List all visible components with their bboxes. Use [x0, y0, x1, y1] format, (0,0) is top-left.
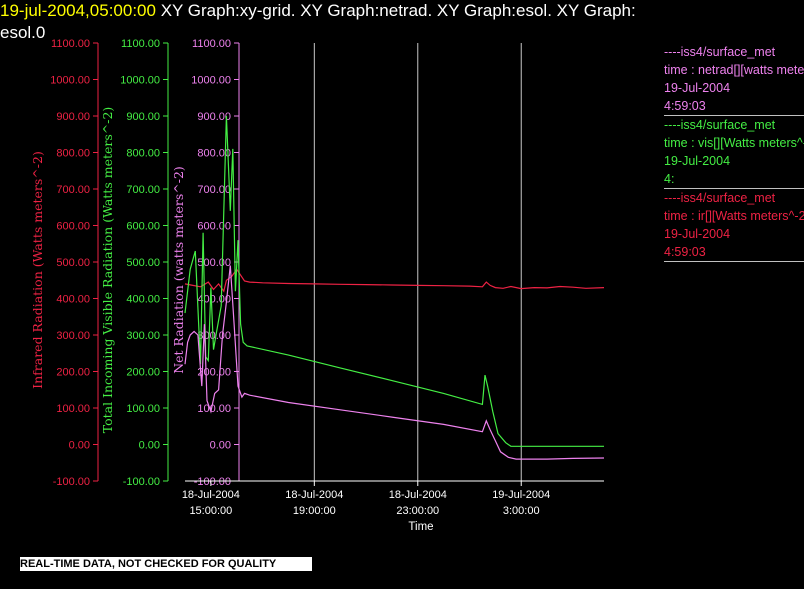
legend-variable: time : netrad[][watts meters^-2]	[664, 63, 804, 77]
legend-time: 4:	[664, 172, 675, 186]
y-tick-label-ir: 1000.00	[50, 75, 90, 87]
y-axis-label-ir: Infrared Radiation (Watts meters^-2)	[30, 151, 45, 389]
y-tick-label-vis: 200.00	[126, 367, 160, 379]
x-tick-label-time: 23:00:00	[396, 505, 439, 517]
y-tick-label-ir: 300.00	[56, 330, 90, 342]
y-tick-label-netrad: 300.00	[197, 330, 231, 342]
y-tick-label-ir: 800.00	[56, 148, 90, 160]
y-tick-label-vis: 700.00	[126, 184, 160, 196]
x-tick-label-time: 3:00:00	[503, 505, 540, 517]
y-tick-label-ir: 700.00	[56, 184, 90, 196]
legend-date: 19-Jul-2004	[664, 81, 731, 95]
y-tick-label-netrad: 600.00	[197, 221, 231, 233]
y-tick-label-ir: 0.00	[69, 440, 90, 452]
legend-date: 19-Jul-2004	[664, 154, 731, 168]
legend-dataset: ----iss4/surface_met	[664, 45, 776, 59]
x-tick-label-time: 15:00:00	[189, 505, 232, 517]
y-tick-label-ir: 500.00	[56, 257, 90, 269]
y-tick-label-ir: -100.00	[53, 476, 90, 488]
y-axis-label-netrad: Net Radiation (watts meters^-2)	[171, 166, 186, 374]
x-tick-label-date: 19-Jul-2004	[492, 489, 550, 501]
series-line-0	[184, 268, 605, 293]
y-tick-label-vis: 400.00	[126, 294, 160, 306]
y-tick-label-vis: -100.00	[123, 476, 160, 488]
legend-time: 4:59:03	[664, 99, 706, 113]
legend-entry-vis: ----iss4/surface_met time : vis[][Watts …	[664, 116, 804, 189]
y-tick-label-vis: 0.00	[139, 440, 160, 452]
y-tick-label-vis: 100.00	[126, 403, 160, 415]
legend-variable: time : ir[][Watts meters^-2]	[664, 209, 804, 223]
x-tick-label-time: 19:00:00	[293, 505, 336, 517]
legend-variable: time : vis[][Watts meters^-2]	[664, 136, 804, 150]
y-tick-label-vis: 300.00	[126, 330, 160, 342]
y-tick-label-ir: 600.00	[56, 221, 90, 233]
y-tick-label-ir: 200.00	[56, 367, 90, 379]
y-tick-label-netrad: 1000.00	[191, 75, 231, 87]
header-titles: XY Graph:xy-grid. XY Graph:netrad. XY Gr…	[160, 1, 636, 20]
header-timestamp: 19-jul-2004,05:00:00	[0, 1, 156, 20]
x-tick-label-date: 18-Jul-2004	[389, 489, 447, 501]
y-tick-label-ir: 100.00	[56, 403, 90, 415]
series-line-2	[184, 265, 605, 460]
legend: ----iss4/surface_met time : netrad[][wat…	[664, 43, 804, 262]
y-axis-label-vis: Total Incoming Visible Radiation (Watts …	[100, 107, 115, 434]
legend-dataset: ----iss4/surface_met	[664, 191, 776, 205]
quality-notice: REAL-TIME DATA, NOT CHECKED FOR QUALITY	[20, 557, 312, 571]
legend-time: 4:59:03	[664, 245, 706, 259]
chart-header: 19-jul-2004,05:00:00 XY Graph:xy-grid. X…	[0, 0, 804, 44]
y-tick-label-vis: 1000.00	[120, 75, 160, 87]
y-tick-label-vis: 800.00	[126, 148, 160, 160]
x-tick-label-date: 18-Jul-2004	[182, 489, 240, 501]
y-tick-label-netrad: -100.00	[194, 476, 231, 488]
y-tick-label-vis: 500.00	[126, 257, 160, 269]
legend-entry-ir: ----iss4/surface_met time : ir[][Watts m…	[664, 189, 804, 262]
legend-date: 19-Jul-2004	[664, 227, 731, 241]
legend-entry-netrad: ----iss4/surface_met time : netrad[][wat…	[664, 43, 804, 116]
y-tick-label-netrad: 100.00	[197, 403, 231, 415]
header-continuation: esol.0	[0, 23, 46, 42]
y-tick-label-vis: 600.00	[126, 221, 160, 233]
y-tick-label-netrad: 0.00	[210, 440, 231, 452]
y-tick-label-ir: 900.00	[56, 111, 90, 123]
x-axis-label: Time	[408, 521, 433, 533]
y-tick-label-vis: 900.00	[126, 111, 160, 123]
y-tick-label-netrad: 700.00	[197, 184, 231, 196]
y-tick-label-ir: 400.00	[56, 294, 90, 306]
x-tick-label-date: 18-Jul-2004	[285, 489, 343, 501]
legend-dataset: ----iss4/surface_met	[664, 118, 776, 132]
